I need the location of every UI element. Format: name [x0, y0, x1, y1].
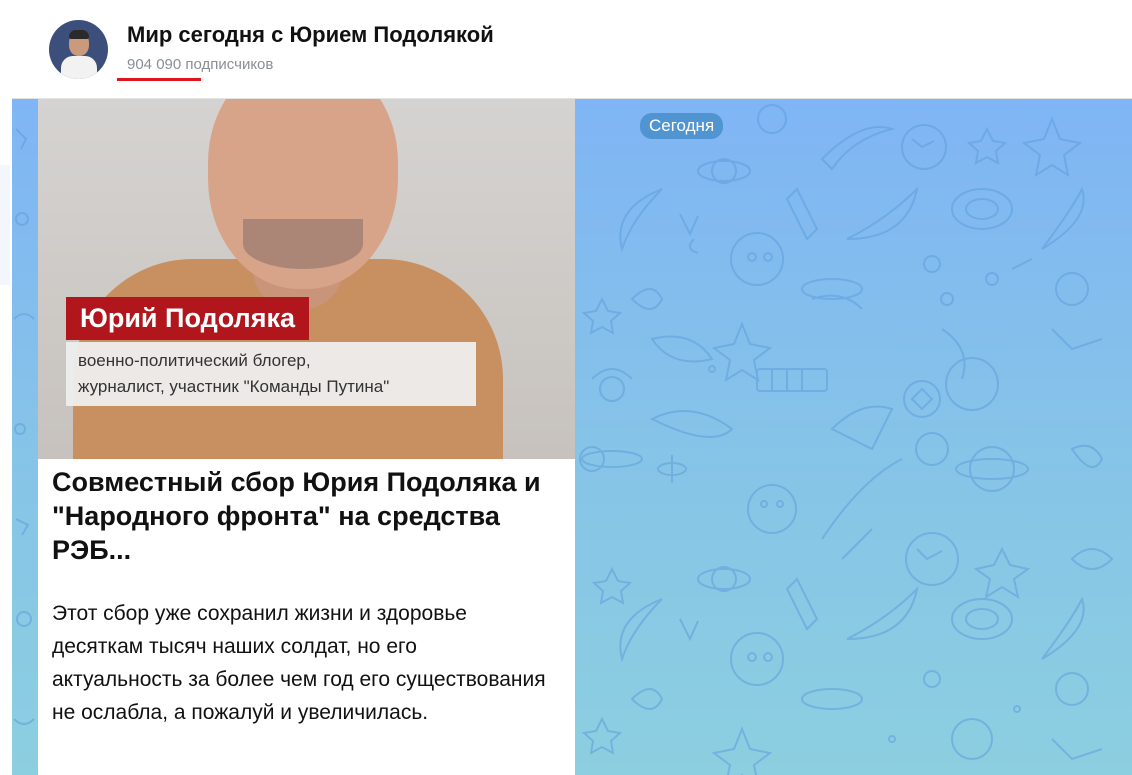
subscriber-label: подписчиков: [185, 56, 274, 73]
media-desc-line2: журналист, участник "Команды Путина": [78, 377, 390, 396]
avatar-shirt: [61, 56, 97, 79]
subscriber-info: 904 090 подписчиков: [127, 56, 273, 73]
post-media[interactable]: Юрий Подоляка военно-политический блогер…: [38, 99, 575, 459]
media-desc-line1: военно-политический блогер,: [78, 351, 311, 370]
left-edge-panel: [0, 165, 10, 285]
channel-title[interactable]: Мир сегодня с Юрием Подолякой: [127, 22, 494, 48]
media-name-caption: Юрий Подоляка: [66, 297, 309, 340]
channel-avatar[interactable]: [49, 20, 108, 79]
post-title: Совместный сбор Юрия Подоляка и "Народно…: [52, 467, 541, 565]
post-card[interactable]: Юрий Подоляка военно-политический блогер…: [38, 99, 575, 775]
media-person-beard: [243, 219, 363, 269]
date-separator-pill: Сегодня: [640, 113, 724, 139]
channel-header: Мир сегодня с Юрием Подолякой 904 090 по…: [12, 0, 1132, 99]
post-body-text: Этот сбор уже сохранил жизни и здоровье …: [52, 602, 546, 724]
chat-area[interactable]: Сегодня Юрий Подоляка военно-политически…: [12, 99, 1132, 775]
media-description-caption: военно-политический блогер, журналист, у…: [66, 342, 476, 406]
avatar-hair: [69, 30, 89, 39]
subscriber-count: 904 090: [127, 56, 182, 73]
red-underline-annotation: [117, 78, 201, 81]
